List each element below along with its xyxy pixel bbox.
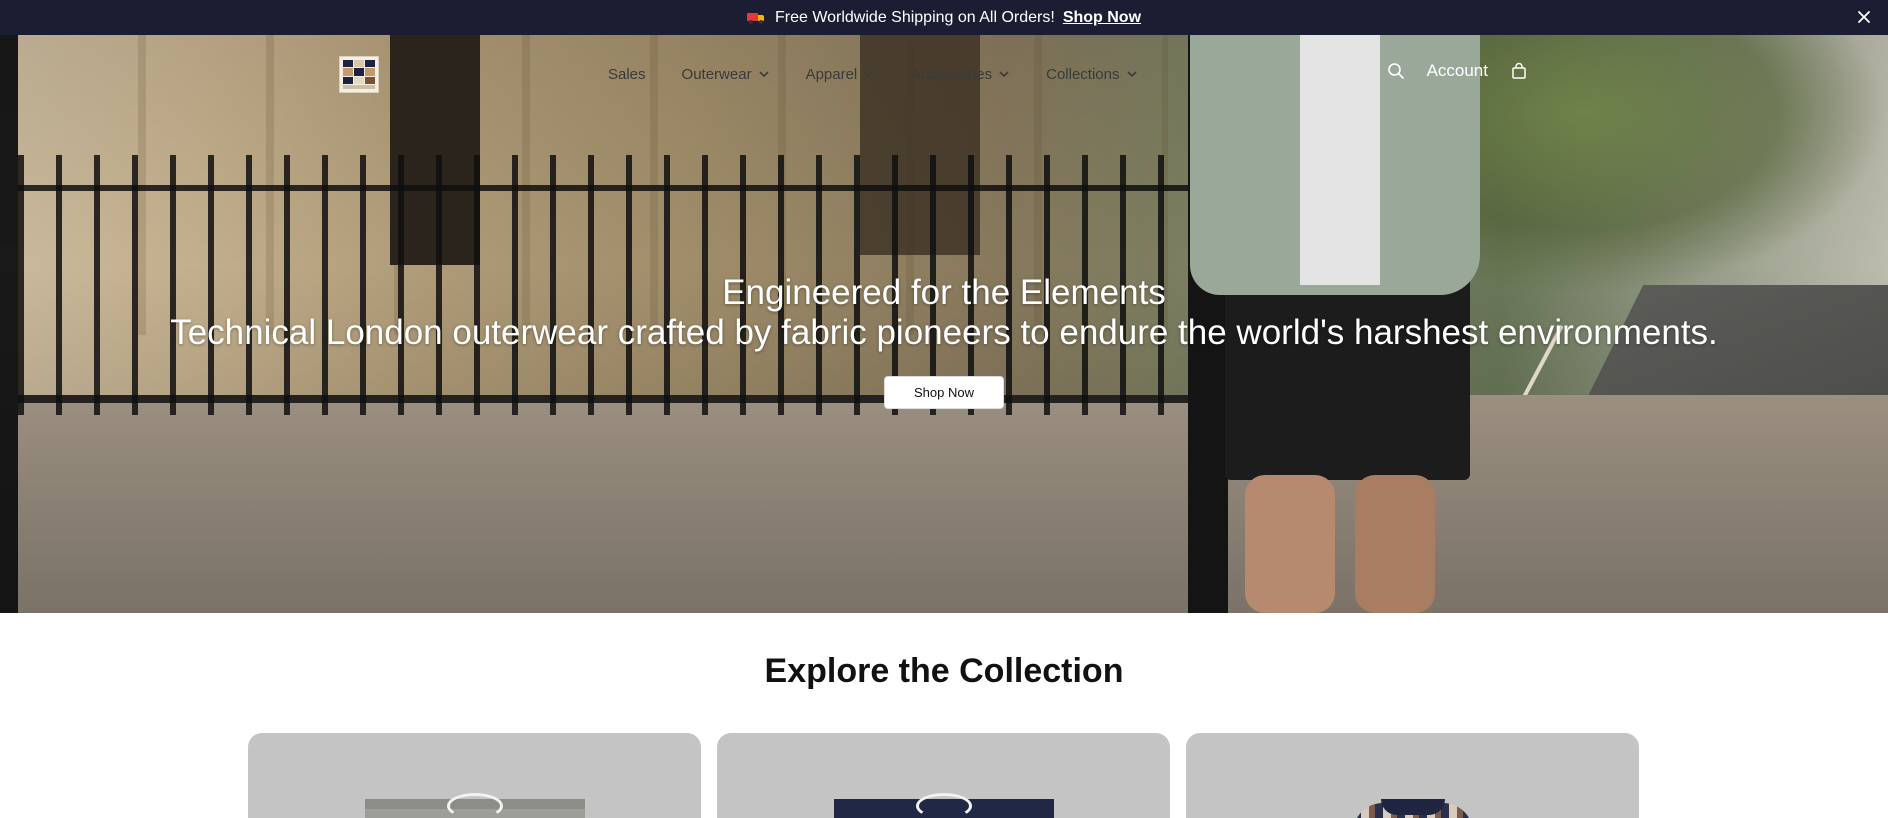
nav-item-accessories[interactable]: Accessories xyxy=(911,66,1010,83)
close-icon[interactable] xyxy=(1854,7,1874,27)
product-card[interactable] xyxy=(717,733,1170,818)
account-link[interactable]: Account xyxy=(1427,61,1488,81)
nav-item-collections[interactable]: Collections xyxy=(1046,66,1137,83)
nav-item-label: Outerwear xyxy=(681,65,752,83)
product-image xyxy=(833,793,1054,818)
hero-title: Engineered for the Elements xyxy=(722,273,1166,312)
announcement-bar: Free Worldwide Shipping on All Orders! S… xyxy=(0,0,1888,35)
collection-grid xyxy=(248,733,1639,818)
nav-item-label: Sales xyxy=(608,65,646,83)
product-card[interactable] xyxy=(248,733,701,818)
nav-item-apparel[interactable]: Apparel xyxy=(806,66,876,83)
hero-subtitle: Technical London outerwear crafted by fa… xyxy=(170,313,1718,352)
nav-item-outerwear[interactable]: Outerwear xyxy=(682,66,770,83)
chevron-down-icon xyxy=(758,71,769,78)
hero-banner: Sales Outerwear Apparel Accessories Coll… xyxy=(0,35,1888,613)
announcement-shop-now-link[interactable]: Shop Now xyxy=(1063,9,1141,27)
hero-shop-now-button[interactable]: Shop Now xyxy=(884,376,1004,409)
shopping-bag-icon[interactable] xyxy=(1510,62,1528,80)
product-image xyxy=(364,793,585,818)
nav-item-label: Apparel xyxy=(805,65,858,83)
chevron-down-icon xyxy=(1126,71,1137,78)
product-card[interactable] xyxy=(1186,733,1639,818)
chevron-down-icon xyxy=(864,71,874,78)
search-icon[interactable] xyxy=(1387,62,1405,80)
truck-icon xyxy=(746,12,765,24)
nav-item-label: Accessories xyxy=(911,65,993,83)
main-nav: Sales Outerwear Apparel Accessories Coll… xyxy=(608,62,1174,86)
announcement-text: Free Worldwide Shipping on All Orders! xyxy=(774,8,1055,26)
header-actions: Account xyxy=(1387,61,1528,81)
brand-logo[interactable] xyxy=(339,56,379,93)
section-title: Explore the Collection xyxy=(764,652,1124,690)
chevron-down-icon xyxy=(999,71,1009,78)
nav-item-sales[interactable]: Sales xyxy=(608,66,646,83)
nav-item-label: Collections xyxy=(1046,65,1120,83)
